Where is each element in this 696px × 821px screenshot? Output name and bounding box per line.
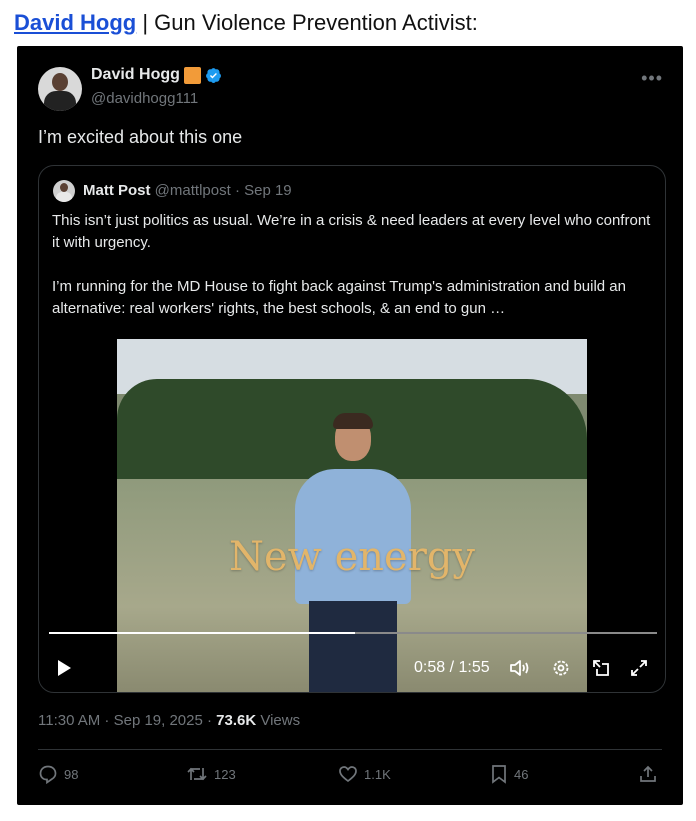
author-avatar[interactable] [38, 67, 82, 111]
like-button[interactable]: 1.1K [338, 764, 391, 784]
repost-button[interactable]: 123 [186, 764, 236, 784]
like-count: 1.1K [364, 766, 391, 782]
post-text: I’m excited about this one [38, 127, 243, 147]
picture-in-picture-icon[interactable] [591, 658, 611, 678]
quoted-author-name[interactable]: Matt Post [83, 182, 151, 199]
post-timestamp[interactable]: 11:30 AM · Sep 19, 2025 · [38, 712, 216, 729]
action-bar: 98 123 1.1K 46 [38, 764, 662, 788]
repost-count: 123 [214, 766, 236, 782]
play-icon[interactable] [55, 659, 73, 677]
quoted-author-handle[interactable]: @mattlpost [155, 182, 231, 199]
share-icon [640, 765, 656, 782]
video-controls: 0:58 / 1:55 [39, 651, 665, 683]
more-options-icon[interactable]: ••• [641, 68, 663, 89]
views-label: Views [256, 712, 301, 729]
video-player[interactable]: New energy [117, 339, 587, 692]
heart-icon [339, 766, 357, 783]
fullscreen-icon[interactable] [629, 658, 649, 678]
views-count: 73.6K [216, 712, 257, 729]
author-handle[interactable]: @davidhogg111 [91, 90, 198, 107]
video-progress-bar[interactable] [49, 632, 657, 634]
quoted-post-header: Matt Post @mattlpost · Sep 19 [83, 182, 292, 199]
tweet-card: David Hogg @davidhogg111 ••• I’m excited… [17, 46, 683, 805]
page-header: David Hogg | Gun Violence Prevention Act… [14, 10, 478, 36]
reply-icon [39, 765, 57, 784]
bookmark-button[interactable]: 46 [490, 764, 528, 784]
share-button[interactable] [638, 764, 658, 784]
quoted-post[interactable]: Matt Post @mattlpost · Sep 19 This isn’t… [38, 165, 666, 693]
header-description: | Gun Violence Prevention Activist: [136, 10, 478, 35]
quoted-post-text: This isn’t just politics as usual. We’re… [52, 212, 651, 317]
orange-badge-icon [183, 66, 201, 84]
post-meta: 11:30 AM · Sep 19, 2025 · 73.6K Views [38, 712, 300, 729]
reply-count: 98 [64, 766, 79, 782]
reply-button[interactable]: 98 [38, 764, 78, 784]
author-link[interactable]: David Hogg [14, 10, 136, 35]
volume-icon[interactable] [509, 658, 531, 678]
repost-icon [187, 767, 207, 781]
settings-icon[interactable] [551, 658, 571, 678]
bookmark-icon [492, 765, 506, 784]
author-name[interactable]: David Hogg [91, 66, 180, 84]
divider [38, 749, 662, 750]
author-name-row[interactable]: David Hogg [91, 66, 222, 84]
verified-badge-icon [205, 67, 221, 83]
quoted-author-avatar[interactable] [53, 180, 75, 202]
quoted-post-date[interactable]: · Sep 19 [235, 182, 292, 199]
video-time: 0:58 / 1:55 [414, 659, 490, 676]
video-progress-fill [49, 632, 355, 634]
bookmark-count: 46 [514, 766, 529, 782]
video-caption: New energy [228, 534, 476, 580]
